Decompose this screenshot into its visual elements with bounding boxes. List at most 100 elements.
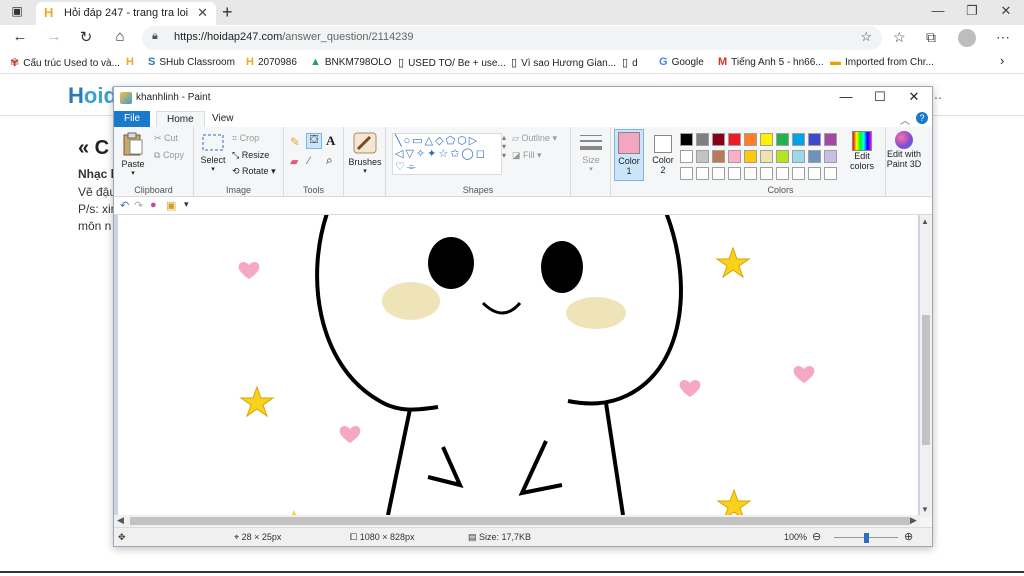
color2-button[interactable]: Color 2 <box>648 129 678 181</box>
redo-icon[interactable]: ↷ <box>134 199 143 212</box>
palette-swatch[interactable] <box>744 167 757 180</box>
help-icon[interactable]: ? <box>916 112 928 124</box>
bookmark-item[interactable]: M Tiếng Anh 5 - hn66... <box>718 56 824 68</box>
tab-file[interactable]: File <box>114 111 151 127</box>
bookmark-item[interactable]: ▬ Imported from Chr... <box>830 56 934 68</box>
favorite-star-icon[interactable]: ☆ <box>860 29 872 45</box>
close-window-icon[interactable]: ✕ <box>996 3 1016 19</box>
outline-button[interactable]: ▱ Outline ▾ <box>512 133 557 144</box>
copy-button[interactable]: ⧉ Copy <box>154 150 184 161</box>
palette-swatch[interactable] <box>776 133 789 146</box>
text-tool-icon[interactable]: A <box>326 133 335 149</box>
color1-button[interactable]: Color 1 <box>614 129 644 181</box>
shapes-gallery[interactable]: ╲○▭△◇⬠⬡▷ ◁▽✧✦☆✩◯◻ ♡⌯ <box>392 133 502 175</box>
palette-swatch[interactable] <box>792 133 805 146</box>
select-button[interactable]: Select ▾ <box>198 133 228 173</box>
palette-swatch[interactable] <box>776 150 789 163</box>
palette-swatch[interactable] <box>824 150 837 163</box>
qat-paint3d-icon[interactable]: ● <box>150 199 157 211</box>
palette-swatch[interactable] <box>824 133 837 146</box>
tab-home[interactable]: Home <box>156 111 205 127</box>
bookmark-item[interactable]: ▯ d <box>622 56 638 69</box>
palette-swatch[interactable] <box>680 167 693 180</box>
palette-swatch[interactable] <box>824 167 837 180</box>
palette-swatch[interactable] <box>728 133 741 146</box>
bookmark-item[interactable]: S SHub Classroom <box>148 56 235 68</box>
minimize-icon[interactable]: — <box>928 3 948 18</box>
palette-swatch[interactable] <box>696 150 709 163</box>
zoom-slider-thumb[interactable] <box>864 533 869 543</box>
scroll-right-icon[interactable]: ▶ <box>910 515 917 526</box>
palette-swatch[interactable] <box>744 150 757 163</box>
paint-maximize-icon[interactable]: ☐ <box>870 89 890 105</box>
bookmarks-more-icon[interactable]: › <box>1000 53 1004 68</box>
qat-customize-icon[interactable]: ▾ <box>184 199 189 210</box>
fill-button[interactable]: ◪ Fill ▾ <box>512 150 542 161</box>
bookmark-item[interactable]: ▯ Vì sao Hương Gian... <box>511 56 616 69</box>
collections-icon[interactable]: ⧉ <box>926 29 936 46</box>
brushes-button[interactable]: Brushes ▾ <box>348 131 382 175</box>
tab-actions-icon[interactable]: ▣ <box>8 4 26 20</box>
zoom-in-icon[interactable]: ⊕ <box>904 530 913 543</box>
more-menu-icon[interactable]: ⋯ <box>996 29 1010 46</box>
vertical-scrollbar[interactable]: ▲ ▼ <box>920 215 932 517</box>
site-logo[interactable]: Hoid <box>68 83 117 109</box>
scroll-down-icon[interactable]: ▼ <box>921 505 929 514</box>
size-button[interactable]: Size ▾ <box>575 133 607 173</box>
palette-swatch[interactable] <box>696 167 709 180</box>
palette-swatch[interactable] <box>696 133 709 146</box>
palette-swatch[interactable] <box>712 150 725 163</box>
forward-icon[interactable]: → <box>44 28 64 45</box>
paint-close-icon[interactable]: ✕ <box>904 89 924 105</box>
bookmark-item[interactable]: H 2070986 <box>246 56 297 68</box>
home-icon[interactable]: ⌂ <box>110 28 130 45</box>
palette-swatch[interactable] <box>760 133 773 146</box>
bookmark-item[interactable]: H <box>126 56 138 68</box>
palette-swatch[interactable] <box>808 133 821 146</box>
rotate-button[interactable]: ⟲ Rotate ▾ <box>232 166 276 177</box>
favorites-icon[interactable]: ☆ <box>893 29 906 46</box>
ribbon-collapse-icon[interactable]: ︿ <box>900 112 910 127</box>
horizontal-scroll-thumb[interactable] <box>130 517 910 525</box>
vertical-scroll-thumb[interactable] <box>922 315 930 445</box>
palette-swatch[interactable] <box>744 133 757 146</box>
paste-button[interactable]: Paste ▾ <box>118 131 148 177</box>
restore-icon[interactable]: ❐ <box>962 3 982 19</box>
zoom-out-icon[interactable]: ⊖ <box>812 530 821 543</box>
palette-swatch[interactable] <box>760 150 773 163</box>
palette-swatch[interactable] <box>712 133 725 146</box>
bookmark-item[interactable]: ✾ Cấu trúc Used to và... <box>10 56 120 69</box>
refresh-icon[interactable]: ↻ <box>76 28 96 46</box>
palette-swatch[interactable] <box>680 133 693 146</box>
scroll-up-icon[interactable]: ▲ <box>921 217 929 226</box>
back-icon[interactable]: ← <box>10 28 30 45</box>
resize-button[interactable]: ⤡ Resize <box>232 150 269 161</box>
palette-swatch[interactable] <box>808 167 821 180</box>
magnifier-icon[interactable]: ⌕ <box>326 153 333 168</box>
palette-swatch[interactable] <box>808 150 821 163</box>
eraser-icon[interactable]: ▰ <box>290 155 298 168</box>
bookmark-item[interactable]: ▲ BNKM798OLO <box>310 56 392 68</box>
crop-button[interactable]: ⌗ Crop <box>232 133 259 144</box>
tab-close-icon[interactable]: ✕ <box>197 5 208 21</box>
color-picker-icon[interactable]: ⁄ <box>308 155 310 167</box>
palette-swatch[interactable] <box>728 167 741 180</box>
edit-with-paint3d-button[interactable]: Edit with Paint 3D <box>884 131 924 169</box>
palette-swatch[interactable] <box>792 150 805 163</box>
edit-colors-button[interactable]: Edit colors <box>844 131 880 171</box>
cut-button[interactable]: ✂ Cut <box>154 133 178 144</box>
fill-bucket-icon[interactable]: ⛋ <box>306 133 322 149</box>
scroll-left-icon[interactable]: ◀ <box>117 515 124 526</box>
tab-hoidap[interactable]: H Hỏi đáp 247 - trang tra loi ✕ <box>36 2 216 25</box>
pencil-icon[interactable]: ✎ <box>290 135 300 149</box>
bookmark-item[interactable]: ▯ USED TO/ Be + use... <box>398 56 506 69</box>
url-field[interactable]: 🔒︎ https://hoidap247.com/answer_question… <box>142 26 882 50</box>
palette-swatch[interactable] <box>728 150 741 163</box>
paint-minimize-icon[interactable]: — <box>836 89 856 104</box>
palette-swatch[interactable] <box>792 167 805 180</box>
paint-titlebar[interactable]: khanhlinh - Paint — ☐ ✕ <box>114 87 932 109</box>
qat-save-icon[interactable]: ▣ <box>166 199 176 212</box>
profile-avatar[interactable] <box>958 29 976 47</box>
drawing-canvas[interactable] <box>118 215 918 515</box>
palette-swatch[interactable] <box>760 167 773 180</box>
